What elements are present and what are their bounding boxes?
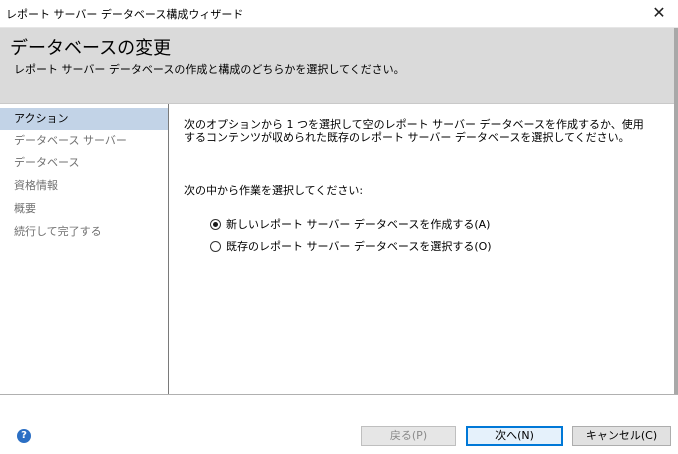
wizard-steps-sidebar: アクション データベース サーバー データベース 資格情報 概要 続行して完了す… [0,104,169,394]
radio-create-new-database[interactable] [210,218,221,230]
option-create-new-database[interactable]: 新しいレポート サーバー データベースを作成する(A) [210,216,490,232]
close-icon[interactable]: ✕ [650,4,668,22]
title-bar: レポート サーバー データベース構成ウィザード ✕ [0,0,678,28]
sidebar-item-credentials[interactable]: 資格情報 [0,175,168,197]
cancel-button[interactable]: キャンセル(C) [572,426,671,446]
option-create-new-label: 新しいレポート サーバー データベースを作成する(A) [226,218,491,231]
sidebar-item-database[interactable]: データベース [0,152,168,174]
action-description: 次のオプションから 1 つを選択して空のレポート サーバー データベースを作成す… [184,118,644,144]
help-icon[interactable]: ? [17,429,31,443]
action-prompt: 次の中から作業を選択してください: [184,184,364,197]
sidebar-item-action[interactable]: アクション [0,108,168,130]
window-title: レポート サーバー データベース構成ウィザード [6,8,244,21]
sidebar-item-finish[interactable]: 続行して完了する [0,221,168,243]
sidebar-item-database-server[interactable]: データベース サーバー [0,130,168,152]
radio-choose-existing-database[interactable] [210,240,221,252]
option-choose-existing-label: 既存のレポート サーバー データベースを選択する(O) [226,240,492,253]
option-choose-existing-database[interactable]: 既存のレポート サーバー データベースを選択する(O) [210,238,492,254]
sidebar-item-summary[interactable]: 概要 [0,198,168,220]
wizard-window: レポート サーバー データベース構成ウィザード ✕ データベースの変更 レポート… [0,0,678,454]
back-button[interactable]: 戻る(P) [361,426,456,446]
page-subtitle: レポート サーバー データベースの作成と構成のどちらかを選択してください。 [14,63,405,76]
next-button[interactable]: 次へ(N) [466,426,563,446]
page-header: データベースの変更 レポート サーバー データベースの作成と構成のどちらかを選択… [0,28,678,104]
page-title: データベースの変更 [10,38,172,59]
content-edge [674,104,678,394]
header-edge [674,28,678,104]
main-content: 次のオプションから 1 つを選択して空のレポート サーバー データベースを作成す… [170,104,678,394]
wizard-footer: ? 戻る(P) 次へ(N) キャンセル(C) [0,394,678,454]
